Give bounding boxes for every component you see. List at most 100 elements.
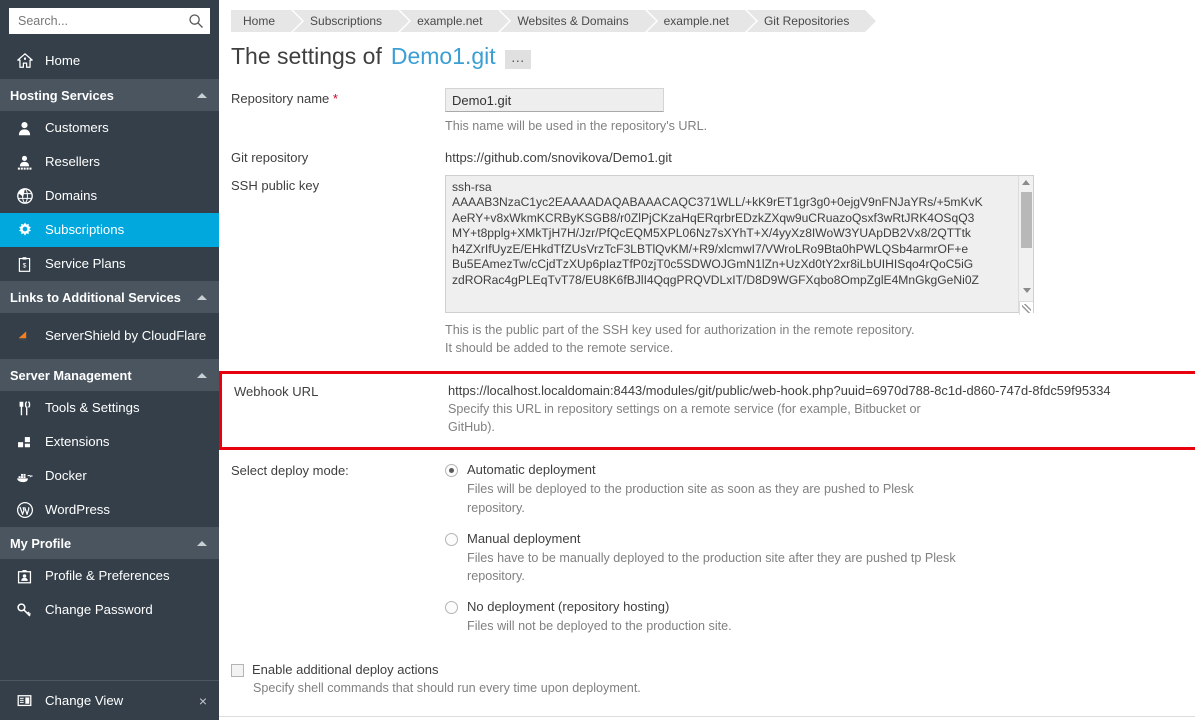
- webhook-url-highlight-box: Webhook URL https://localhost.localdomai…: [219, 370, 1195, 451]
- sidebar-item-label: Subscriptions: [45, 222, 125, 238]
- sidebar-change-view[interactable]: Change View ×: [0, 680, 219, 720]
- checkbox-enable-additional-deploy-actions[interactable]: [231, 663, 244, 677]
- repository-name-row: Repository name * This name will be used…: [231, 88, 1195, 136]
- sidebar-section-links-additional-services[interactable]: Links to Additional Services: [0, 281, 219, 313]
- breadcrumb-item-subscriptions[interactable]: Subscriptions: [293, 9, 412, 32]
- sidebar-item-tools-settings[interactable]: Tools & Settings: [0, 391, 219, 425]
- more-options-button[interactable]: …: [504, 50, 531, 69]
- sidebar-section-my-profile[interactable]: My Profile: [0, 527, 219, 559]
- checkbox-label-additional-deploy-actions[interactable]: Enable additional deploy actions: [252, 662, 438, 677]
- ssh-public-key-row: SSH public key ssh-rsa AAAAB3NzaC1yc2EAA…: [231, 174, 1195, 358]
- search-icon[interactable]: [188, 13, 204, 29]
- webhook-url-value[interactable]: https://localhost.localdomain:8443/modul…: [448, 383, 1192, 398]
- breadcrumb-item-example-net-2[interactable]: example.net: [646, 9, 759, 32]
- globe-icon: [15, 187, 34, 206]
- layout-icon: [15, 691, 34, 710]
- radio-label-automatic[interactable]: Automatic deployment: [467, 462, 596, 477]
- docker-icon: [15, 467, 34, 486]
- sidebar-section-hosting-services[interactable]: Hosting Services: [0, 79, 219, 111]
- scrollbar-thumb[interactable]: [1021, 191, 1032, 248]
- sidebar-item-label: ServerShield by CloudFlare: [45, 328, 207, 344]
- change-view-label: Change View: [45, 693, 124, 708]
- sidebar-item-label: WordPress: [45, 502, 110, 518]
- sidebar-item-wordpress[interactable]: WordPress: [0, 493, 219, 527]
- sidebar-item-servershield-cloudflare[interactable]: ServerShield by CloudFlare: [0, 313, 219, 359]
- sidebar-item-profile-preferences[interactable]: Profile & Preferences: [0, 559, 219, 593]
- deploy-mode-row: Select deploy mode: Automatic deployment…: [231, 462, 1195, 635]
- sidebar-item-label: Docker: [45, 468, 87, 484]
- additional-deploy-actions-row[interactable]: Enable additional deploy actions: [231, 662, 1195, 677]
- search-input[interactable]: [18, 14, 188, 28]
- deploy-option-none[interactable]: No deployment (repository hosting): [445, 599, 1195, 615]
- profile-icon: [15, 567, 34, 586]
- sidebar-item-label: Extensions: [45, 434, 110, 450]
- gear-icon: [15, 221, 34, 240]
- sidebar-item-resellers[interactable]: Resellers: [0, 145, 219, 179]
- git-repository-row: Git repository https://github.com/snovik…: [231, 147, 1195, 165]
- required-asterisk: *: [332, 91, 338, 106]
- search-container: [0, 0, 219, 43]
- deploy-desc-automatic: Files will be deployed to the production…: [467, 482, 914, 515]
- extensions-icon: [15, 433, 34, 452]
- sidebar-item-label: Domains: [45, 188, 98, 204]
- sidebar-section-server-management[interactable]: Server Management: [0, 359, 219, 391]
- sidebar-item-service-plans[interactable]: $ Service Plans: [0, 247, 219, 281]
- chevron-up-icon: [197, 540, 207, 546]
- sidebar-section-title: My Profile: [10, 535, 72, 551]
- breadcrumb-item-example-net[interactable]: example.net: [400, 9, 512, 32]
- breadcrumb-item-websites-domains[interactable]: Websites & Domains: [500, 9, 658, 32]
- scroll-up-icon[interactable]: [1019, 176, 1033, 190]
- sidebar-item-extensions[interactable]: Extensions: [0, 425, 219, 459]
- sidebar-section-title: Links to Additional Services: [10, 289, 181, 305]
- ssh-key-scrollbar[interactable]: [1018, 175, 1034, 312]
- chevron-up-icon: [197, 372, 207, 378]
- additional-deploy-actions-block: Enable additional deploy actions Specify…: [231, 662, 1195, 695]
- ssh-public-key-value: ssh-rsa AAAAB3NzaC1yc2EAAAADAQABAAACAQC3…: [445, 174, 1195, 358]
- radio-manual-deployment[interactable]: [445, 532, 458, 546]
- breadcrumb-item-git-repositories[interactable]: Git Repositories: [746, 9, 879, 32]
- resellers-icon: [15, 153, 34, 172]
- deploy-desc-none: Files will not be deployed to the produc…: [467, 619, 732, 634]
- sidebar-item-subscriptions[interactable]: Subscriptions: [0, 213, 219, 247]
- sidebar-item-label: Service Plans: [45, 256, 126, 272]
- breadcrumb: Home Subscriptions example.net Websites …: [231, 9, 1195, 32]
- deploy-option-manual[interactable]: Manual deployment: [445, 531, 1195, 546]
- radio-label-manual[interactable]: Manual deployment: [467, 531, 580, 546]
- deploy-mode-label: Select deploy mode:: [231, 463, 349, 479]
- radio-no-deployment[interactable]: [445, 601, 458, 615]
- webhook-url-value-col: https://localhost.localdomain:8443/modul…: [448, 383, 1192, 437]
- close-icon[interactable]: ×: [199, 694, 207, 708]
- main-content: Home Subscriptions example.net Websites …: [219, 0, 1195, 720]
- sidebar-item-customers[interactable]: Customers: [0, 111, 219, 145]
- textarea-resize-handle[interactable]: [1019, 300, 1033, 315]
- ssh-public-key-hint: This is the public part of the SSH key u…: [445, 322, 915, 355]
- page-title-accent: Demo1.git: [390, 43, 496, 69]
- ssh-public-key-label: SSH public key: [231, 177, 320, 193]
- breadcrumb-item-home[interactable]: Home: [231, 9, 305, 32]
- git-settings-form: Repository name * This name will be used…: [219, 88, 1195, 720]
- radio-automatic-deployment[interactable]: [445, 464, 458, 478]
- deploy-option-automatic[interactable]: Automatic deployment: [445, 462, 1195, 478]
- ssh-public-key-textarea[interactable]: ssh-rsa AAAAB3NzaC1yc2EAAAADAQABAAACAQC3…: [445, 174, 1034, 313]
- repository-name-label-text: Repository name: [231, 91, 333, 106]
- radio-label-no-deployment[interactable]: No deployment (repository hosting): [467, 599, 669, 614]
- chevron-up-icon: [197, 92, 207, 98]
- search-box[interactable]: [9, 8, 210, 34]
- sidebar-item-change-password[interactable]: Change Password: [0, 593, 219, 627]
- plesk-window: Home Hosting Services Customers: [0, 0, 1195, 720]
- sidebar-item-domains[interactable]: Domains: [0, 179, 219, 213]
- git-repository-value: https://github.com/snovikova/Demo1.git: [445, 149, 672, 165]
- svg-text:$: $: [23, 262, 27, 269]
- git-repository-label: Git repository: [231, 149, 309, 165]
- sidebar-section-title: Server Management: [10, 367, 132, 383]
- sidebar-item-home[interactable]: Home: [0, 43, 219, 79]
- page-title-prefix: The settings of: [231, 43, 382, 69]
- sidebar-item-label: Tools & Settings: [45, 400, 140, 416]
- sidebar-nav: Home Hosting Services Customers Reseller…: [0, 43, 219, 680]
- deploy-desc-manual: Files have to be manually deployed to th…: [467, 550, 956, 584]
- sidebar-item-docker[interactable]: Docker: [0, 459, 219, 493]
- scroll-down-icon[interactable]: [1019, 284, 1034, 298]
- repository-name-input[interactable]: [445, 88, 664, 112]
